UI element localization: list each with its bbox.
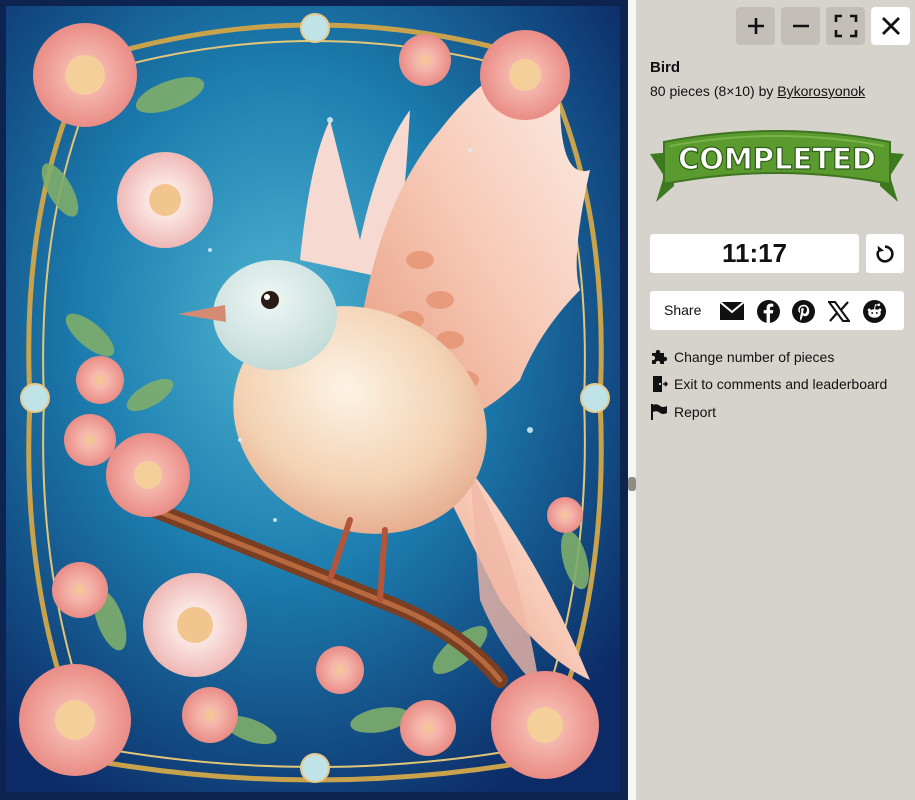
author-link[interactable]: Bykorosyonok <box>777 83 865 99</box>
email-icon[interactable] <box>720 299 744 323</box>
puzzle-subtitle: 80 pieces (8×10) by Bykorosyonok <box>650 83 865 99</box>
zoom-out-button[interactable] <box>781 7 820 45</box>
completed-ribbon: COMPLETED <box>650 124 904 217</box>
flag-icon <box>650 403 668 421</box>
timer-display: 11:17 <box>650 234 859 273</box>
restart-icon <box>876 244 894 263</box>
exit-link[interactable]: Exit to comments and leaderboard <box>650 374 887 394</box>
pieces-text: 80 pieces (8×10) by <box>650 83 778 99</box>
close-icon <box>881 17 900 35</box>
action-label: Exit to comments and leaderboard <box>674 376 888 392</box>
plus-icon <box>747 18 764 34</box>
report-link[interactable]: Report <box>650 402 716 422</box>
exit-door-icon <box>650 375 668 393</box>
share-label: Share <box>664 302 702 318</box>
change-pieces-link[interactable]: Change number of pieces <box>650 347 834 367</box>
bird-artwork <box>0 0 628 800</box>
resize-handle[interactable] <box>628 477 636 491</box>
x-icon[interactable] <box>827 299 851 323</box>
puzzle-title: Bird <box>650 59 680 76</box>
puzzle-piece-icon <box>650 348 668 366</box>
pinterest-icon[interactable] <box>791 299 815 323</box>
zoom-in-button[interactable] <box>736 7 775 45</box>
close-button[interactable] <box>871 7 910 45</box>
facebook-icon[interactable] <box>756 299 780 323</box>
fullscreen-button[interactable] <box>826 7 865 45</box>
minus-icon <box>792 24 809 28</box>
panel-divider[interactable] <box>628 0 636 800</box>
fullscreen-icon <box>834 14 857 38</box>
reddit-icon[interactable] <box>862 299 886 323</box>
restart-button[interactable] <box>866 234 904 273</box>
puzzle-board[interactable] <box>0 0 628 800</box>
share-bar: Share <box>650 291 904 330</box>
side-panel: Bird 80 pieces (8×10) by Bykorosyonok CO… <box>636 0 915 800</box>
action-label: Change number of pieces <box>674 349 835 365</box>
completed-label: COMPLETED <box>678 142 876 176</box>
action-label: Report <box>674 404 717 420</box>
